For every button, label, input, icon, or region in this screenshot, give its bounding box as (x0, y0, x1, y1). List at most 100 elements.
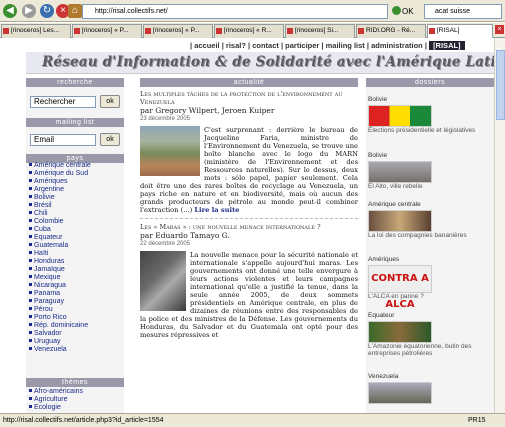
email-input[interactable]: Email (30, 134, 96, 146)
country-link[interactable]: Argentine (29, 186, 123, 194)
country-link[interactable]: Brésil (29, 202, 123, 210)
bullet-icon (29, 275, 32, 278)
search-ok-button[interactable]: ok (100, 95, 120, 108)
bullet-icon (29, 397, 32, 400)
dossier-caption: L'ALCA en panne ? (368, 293, 424, 300)
tab-favicon-icon (287, 28, 293, 34)
dossier-image (368, 161, 432, 183)
dossier-caption: L'Amazonie équatorienne, butin des entre… (368, 343, 472, 357)
tab-favicon-icon (3, 28, 9, 34)
country-link[interactable]: Porto Rico (29, 314, 123, 322)
forward-icon[interactable]: ▶ (22, 4, 36, 18)
dossier-item[interactable]: Bolivie El Alto, ville rebelle (368, 152, 492, 190)
country-link[interactable]: Uruguay (29, 338, 123, 346)
back-icon[interactable]: ◀ (3, 4, 17, 18)
country-link[interactable]: Venezuela (29, 346, 123, 354)
tab-favicon-icon (358, 28, 364, 34)
country-link[interactable]: Rép. dominicaine (29, 322, 123, 330)
tab-7[interactable]: [RISAL] (427, 24, 493, 38)
bullet-icon (29, 283, 32, 286)
bullet-icon (29, 331, 32, 334)
page-viewport: | accueil | risal? | contact | participe… (0, 38, 494, 413)
country-link[interactable]: Colombie (29, 218, 123, 226)
nav-accueil[interactable]: accueil (194, 41, 219, 50)
theme-link[interactable]: Ecologie (29, 404, 123, 412)
country-link[interactable]: Cuba (29, 226, 123, 234)
bullet-icon (29, 235, 32, 238)
risal-badge: [RISAL] (429, 41, 465, 50)
vertical-scrollbar[interactable] (494, 38, 505, 413)
scrollbar-thumb[interactable] (496, 50, 505, 120)
nav-contact[interactable]: contact (252, 41, 279, 50)
dossier-image (368, 105, 432, 127)
country-link[interactable]: Panama (29, 290, 123, 298)
tab-1[interactable]: [rinoceros] Les... (1, 24, 71, 38)
nav-administration[interactable]: administration (371, 41, 423, 50)
tab-5[interactable]: [rinoceros] Si... (285, 24, 355, 38)
tab-6[interactable]: RIDI.ORG - Ré... (356, 24, 426, 38)
tab-4[interactable]: [rinoceros] « R... (214, 24, 284, 38)
dossier-image (368, 210, 432, 232)
nav-participer[interactable]: participer (285, 41, 319, 50)
main-column: Les multiples tâches de la protection de… (140, 90, 358, 339)
dossier-caption: Élections présidentielle et législatives (368, 127, 476, 134)
read-more-link[interactable]: Lire la suite (194, 206, 239, 214)
country-link[interactable]: Equateur (29, 234, 123, 242)
country-link[interactable]: Bolivie (29, 194, 123, 202)
go-icon (392, 6, 401, 15)
tab-2[interactable]: [rinoceros] « P... (72, 24, 142, 38)
col-head-actualite: actualité (140, 78, 358, 87)
country-link[interactable]: Honduras (29, 258, 123, 266)
dossier-item[interactable]: Equateur L'Amazonie équatorienne, butin … (368, 312, 492, 357)
dossier-item[interactable]: Venezuela (368, 373, 492, 404)
mailing-ok-button[interactable]: ok (100, 133, 120, 146)
home-icon[interactable]: ⌂ (68, 4, 82, 18)
dossier-tag: Amérique centrale (368, 201, 421, 208)
dossier-item[interactable]: Amérique centrale La loi des compagnies … (368, 201, 492, 239)
bullet-icon (29, 291, 32, 294)
close-tab-icon[interactable]: × (495, 25, 504, 34)
nav-mailing-list[interactable]: mailing list (326, 41, 365, 50)
reload-icon[interactable]: ↻ (40, 4, 54, 18)
article-title[interactable]: Les multiples tâches de la protection de… (140, 90, 358, 106)
status-pagerank: PR15 (468, 417, 486, 424)
dossier-item[interactable]: Bolivie Élections présidentielle et légi… (368, 96, 492, 134)
country-link[interactable]: Pérou (29, 306, 123, 314)
dossier-item[interactable]: Amériques CONTRA A ALCA L'ALCA en panne … (368, 256, 492, 310)
bullet-icon (29, 219, 32, 222)
site-search-input[interactable]: Rechercher (30, 96, 96, 108)
country-link[interactable]: Guatemala (29, 242, 123, 250)
country-link[interactable]: Haïti (29, 250, 123, 258)
article: Les multiples tâches de la protection de… (140, 90, 358, 214)
status-bar: http://risal.collectifs.net/article.php3… (0, 413, 505, 427)
address-bar[interactable]: http://risal.collectifs.net/ (82, 4, 388, 19)
country-link[interactable]: Jamaïque (29, 266, 123, 274)
go-button[interactable]: OK (392, 4, 422, 19)
country-link[interactable]: Amériques (29, 178, 123, 186)
bullet-icon (29, 299, 32, 302)
bullet-icon (29, 163, 32, 166)
country-link[interactable]: Nicaragua (29, 282, 123, 290)
bullet-icon (29, 203, 32, 206)
bullet-icon (29, 187, 32, 190)
bullet-icon (29, 211, 32, 214)
bullet-icon (29, 195, 32, 198)
country-link[interactable]: Salvador (29, 330, 123, 338)
theme-link[interactable]: Agriculture (29, 396, 123, 404)
country-link[interactable]: Amérique centrale (29, 162, 123, 170)
theme-link[interactable]: Afro-américains (29, 388, 123, 396)
article-title[interactable]: Les « Maras » : une nouvelle menace inte… (140, 223, 358, 231)
col-head-mailing: mailing list (26, 118, 124, 127)
bullet-icon (29, 323, 32, 326)
article-date: 23 décembre 2005 (140, 116, 191, 122)
article-photo (140, 126, 200, 176)
bullet-icon (29, 243, 32, 246)
country-link[interactable]: Amérique du Sud (29, 170, 123, 178)
country-link[interactable]: Paraguay (29, 298, 123, 306)
country-link[interactable]: Mexique (29, 274, 123, 282)
bullet-icon (29, 259, 32, 262)
search-box[interactable]: acat suisse (424, 4, 502, 19)
country-link[interactable]: Chili (29, 210, 123, 218)
tab-3[interactable]: [rinoceros] « P... (143, 24, 213, 38)
nav-risal[interactable]: risal? (226, 41, 246, 50)
